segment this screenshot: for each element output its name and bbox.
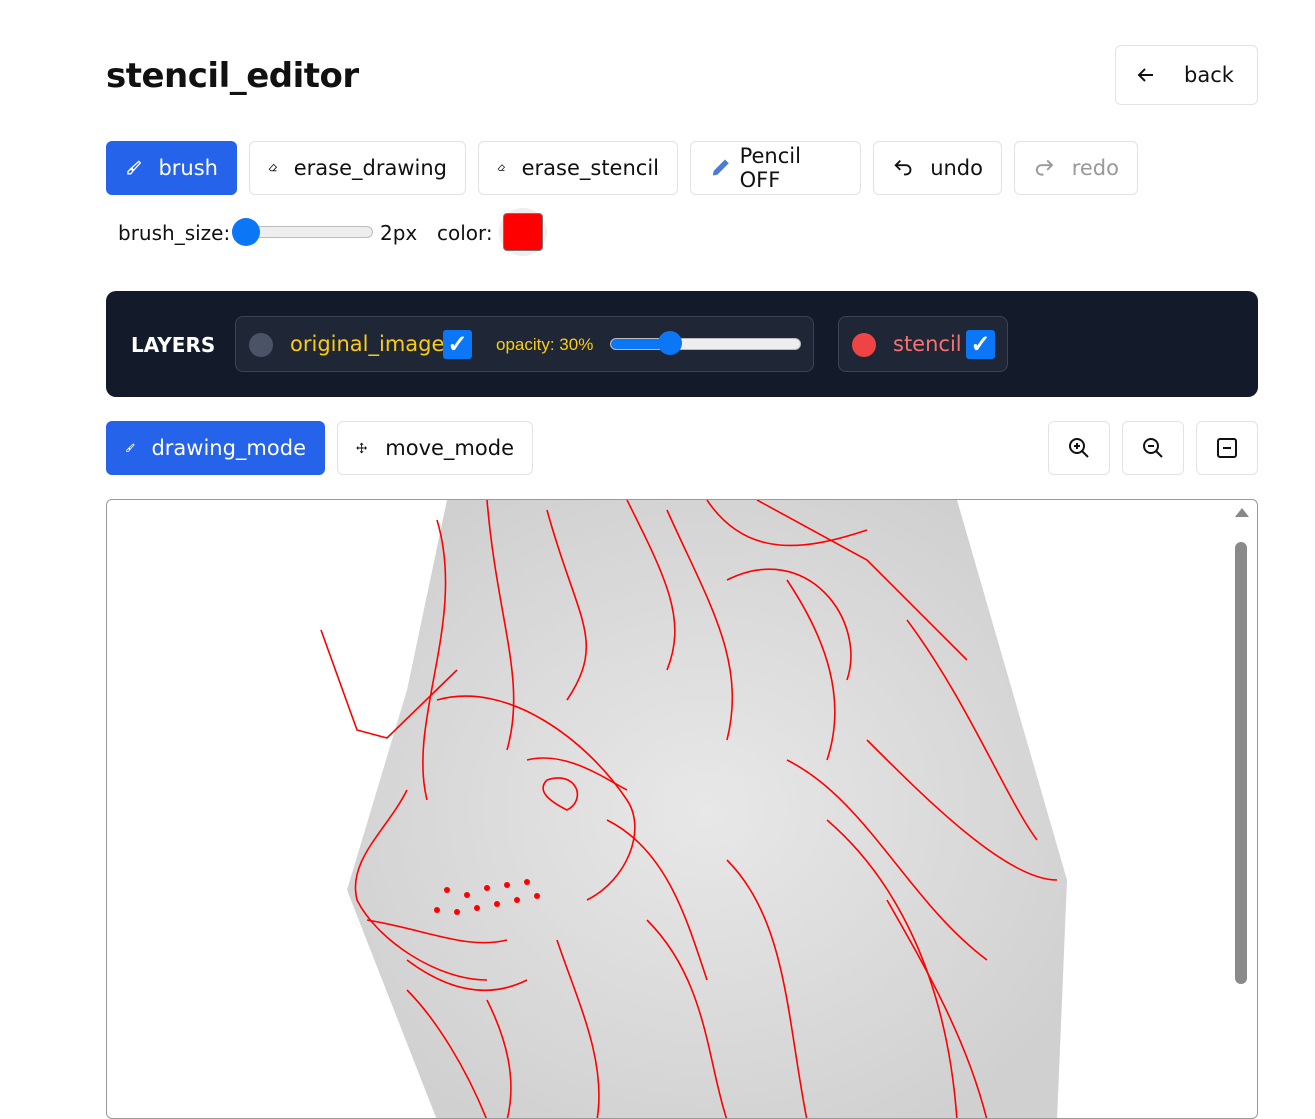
arrow-left-icon [1137,68,1153,82]
erase-drawing-button[interactable]: erase_drawing [249,141,466,195]
minus-square-icon [1217,438,1237,458]
layer-label: original_image [290,332,445,356]
eraser-icon [268,163,278,172]
zoom-in-icon [1069,438,1089,458]
brush-button[interactable]: brush [106,141,237,195]
color-picker[interactable] [499,208,547,256]
scroll-up-arrow-icon[interactable] [1235,508,1249,517]
brush-size-value: 2px [380,221,418,245]
fit-view-button[interactable] [1196,421,1258,475]
undo-button[interactable]: undo [873,141,1002,195]
layer-visibility-checkbox[interactable]: ✓ [443,330,472,359]
pencil-icon [712,159,729,176]
layer-color-dot [852,333,876,357]
redo-icon [1035,159,1054,176]
layers-panel: LAYERS original_image ✓ opacity: 30% ste… [106,291,1258,397]
pencil-toggle-button[interactable]: Pencil OFF [690,141,861,195]
brush-size-label: brush_size: [118,221,231,245]
zoom-out-icon [1143,438,1163,458]
color-swatch [503,213,543,251]
zoom-in-button[interactable] [1048,421,1110,475]
layer-color-dot [249,333,273,357]
move-icon [356,442,368,454]
eraser-icon [497,164,506,171]
brush-icon [127,160,142,175]
brush-icon [126,443,135,452]
layer-original-image: original_image ✓ opacity: 30% [235,316,814,372]
layer-stencil: stencil ✓ [838,316,1008,372]
color-label: color: [437,221,493,245]
erase-stencil-button[interactable]: erase_stencil [478,141,678,195]
vertical-scrollbar[interactable] [1235,542,1247,984]
brush-size-thumb[interactable] [232,218,260,246]
stencil-image [320,500,1067,1118]
opacity-thumb[interactable] [658,331,682,355]
move-mode-button[interactable]: move_mode [337,421,533,475]
undo-icon [894,159,912,176]
opacity-slider[interactable] [610,338,801,350]
back-button[interactable]: back [1115,45,1258,105]
zoom-out-button[interactable] [1122,421,1184,475]
redo-button[interactable]: redo [1014,141,1138,195]
drawing-mode-button[interactable]: drawing_mode [106,421,325,475]
layer-label: stencil [893,332,962,356]
layers-title: LAYERS [131,333,216,357]
drawing-canvas[interactable] [106,499,1258,1119]
layer-visibility-checkbox[interactable]: ✓ [966,330,995,359]
page-title: stencil_editor [106,56,359,96]
opacity-label: opacity: 30% [496,335,594,354]
